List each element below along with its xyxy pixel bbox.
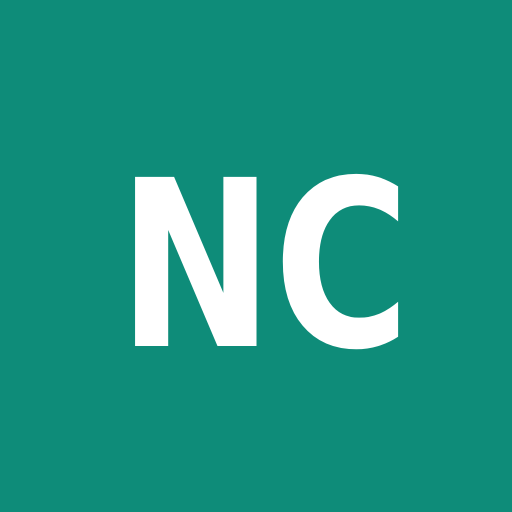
initials-text: NC [118, 131, 410, 401]
avatar: NC [0, 0, 512, 512]
avatar-initials: NC [118, 131, 410, 401]
